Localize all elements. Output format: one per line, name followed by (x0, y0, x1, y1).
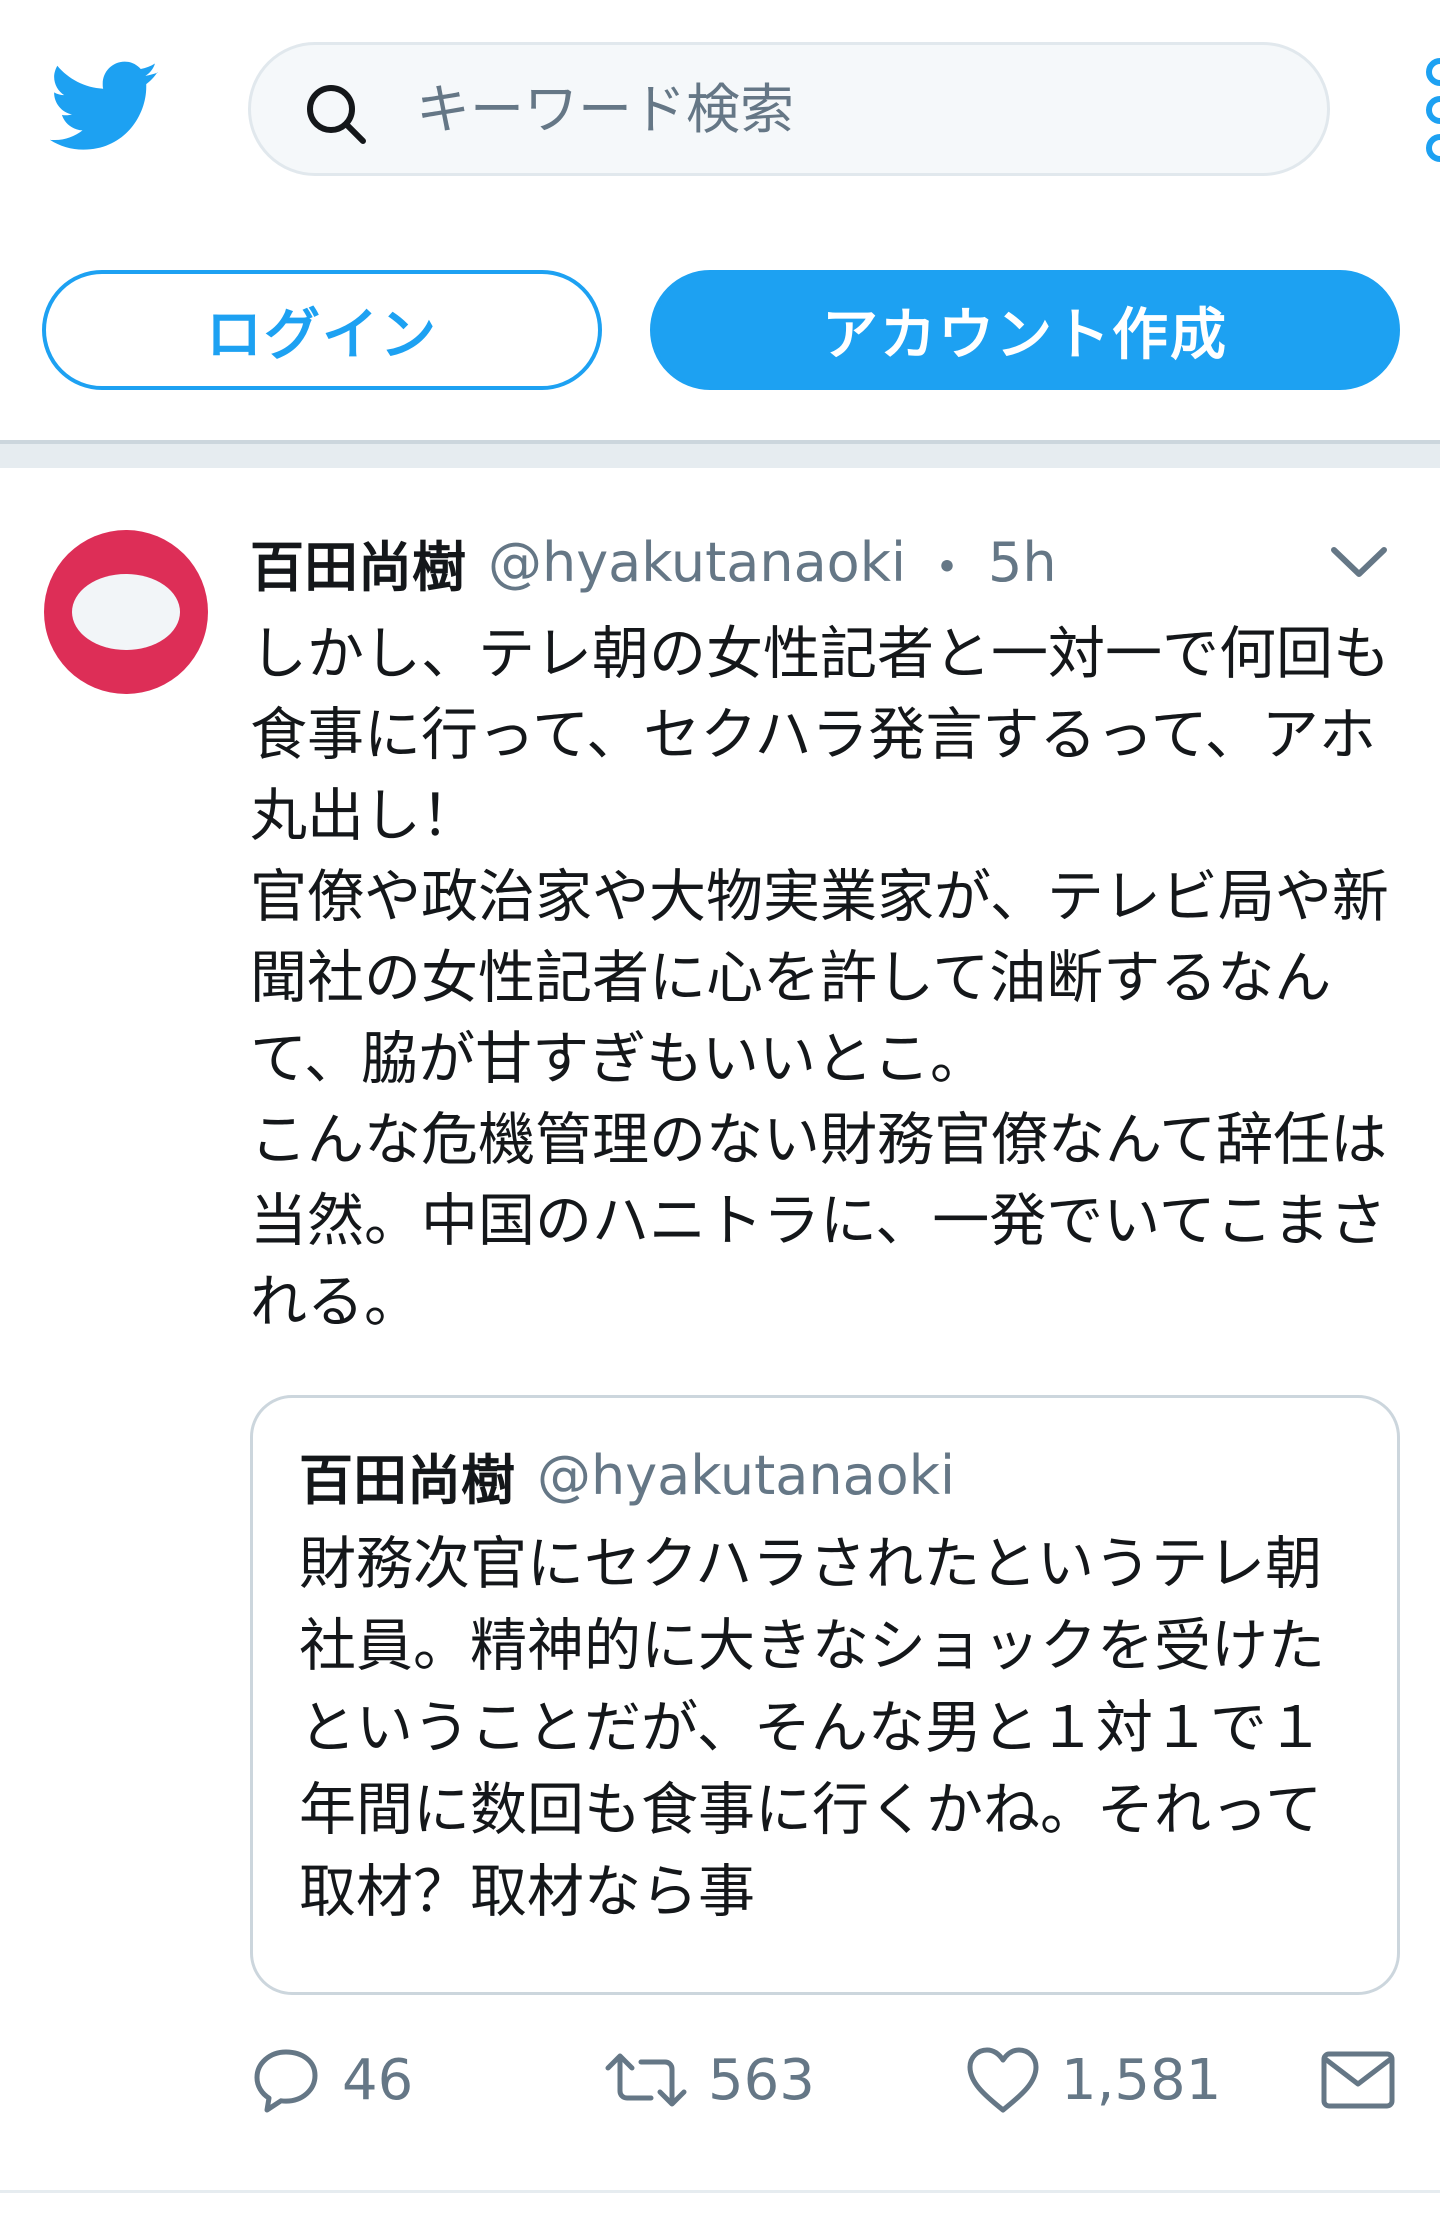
author-handle[interactable]: @hyakutanaoki (488, 531, 906, 594)
retweet-button[interactable]: 563 (604, 2040, 815, 2120)
bottom-divider (0, 2190, 1440, 2193)
twitter-bird-icon[interactable] (50, 60, 160, 155)
search-input[interactable] (416, 45, 1276, 173)
envelope-icon (1321, 2051, 1395, 2109)
chevron-down-icon[interactable] (1328, 540, 1390, 584)
retweet-count: 563 (708, 2047, 815, 2113)
author-name[interactable]: 百田尚樹 (250, 523, 466, 602)
search-box[interactable] (248, 42, 1330, 176)
like-count: 1,581 (1061, 2047, 1222, 2113)
tweet-timestamp[interactable]: 5h (988, 531, 1057, 594)
login-button-label: ログイン (206, 302, 438, 368)
quoted-tweet-header: 百田尚樹 @hyakutanaoki (299, 1436, 955, 1515)
more-dots-icon[interactable] (1418, 58, 1440, 162)
signup-button-label: アカウント作成 (822, 302, 1228, 368)
avatar[interactable] (44, 530, 208, 694)
header-separator: ・ (920, 535, 974, 599)
reply-icon (254, 2049, 318, 2113)
quoted-author-handle: @hyakutanaoki (537, 1444, 955, 1507)
login-button[interactable]: ログイン (42, 270, 602, 390)
quoted-tweet-text: 財務次官にセクハラされたというテレ朝社員。精神的に大きなショックを受けたというこ… (299, 1531, 1325, 1925)
retweet-icon (605, 2053, 687, 2107)
search-icon (307, 85, 366, 144)
reply-button[interactable]: 46 (250, 2040, 413, 2120)
tweet-body: しかし、テレ朝の女性記者と一対一で何回も食事に行って、セクハラ発言するって、アホ… (250, 614, 1410, 1343)
quoted-tweet[interactable]: 百田尚樹 @hyakutanaoki 財務次官にセクハラされたというテレ朝社員。… (250, 1395, 1400, 1995)
signup-button[interactable]: アカウント作成 (650, 270, 1400, 390)
like-button[interactable]: 1,581 (965, 2040, 1221, 2120)
section-divider-band (0, 444, 1440, 468)
direct-message-button[interactable] (1320, 2040, 1396, 2120)
tweet-header: 百田尚樹 @hyakutanaoki ・ 5h (250, 522, 1057, 602)
top-bar (0, 0, 1440, 220)
heart-icon (967, 2047, 1039, 2113)
quoted-author-name: 百田尚樹 (299, 1449, 515, 1512)
reply-count: 46 (342, 2047, 414, 2113)
avatar-image (72, 574, 180, 650)
tweet-text: しかし、テレ朝の女性記者と一対一で何回も食事に行って、セクハラ発言するって、アホ… (250, 621, 1390, 1335)
